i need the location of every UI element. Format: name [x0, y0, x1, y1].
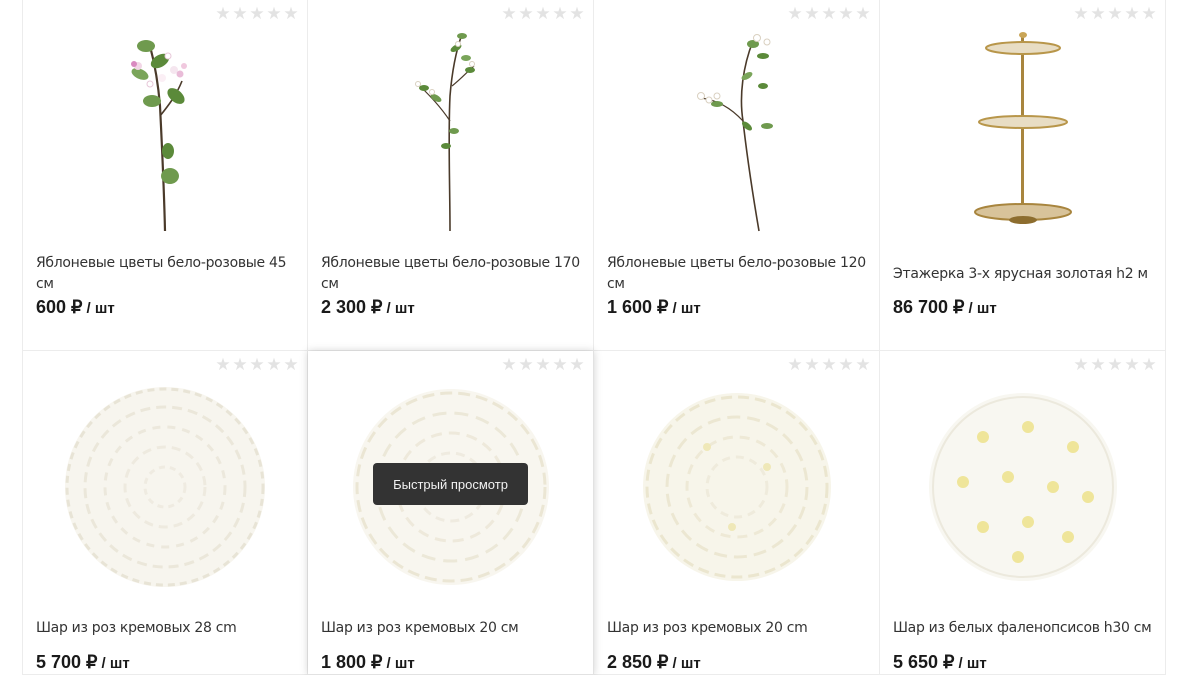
star-icon[interactable]: ★: [821, 356, 837, 373]
rating-stars[interactable]: ★ ★ ★ ★ ★: [1073, 5, 1157, 22]
product-price: 1 600 ₽ / шт: [607, 297, 701, 318]
product-card[interactable]: ★ ★ ★ ★ ★ Этажерка 3-х ярусная золотая h2 м …: [880, 0, 1166, 351]
star-icon[interactable]: ★: [266, 356, 282, 373]
star-icon[interactable]: ★: [552, 5, 568, 22]
rating-stars[interactable]: ★ ★ ★ ★ ★: [787, 356, 871, 373]
price-unit: / шт: [86, 300, 115, 317]
product-image[interactable]: [308, 26, 593, 236]
star-icon[interactable]: ★: [838, 5, 854, 22]
product-card[interactable]: ★ ★ ★ ★ ★ Шар из белых фаленопсисов h30 см: [880, 351, 1166, 675]
star-icon[interactable]: ★: [821, 5, 837, 22]
product-price: 2 300 ₽ / шт: [321, 297, 415, 318]
product-image[interactable]: [594, 379, 879, 594]
star-icon[interactable]: ★: [552, 356, 568, 373]
star-icon[interactable]: ★: [283, 356, 299, 373]
product-price: 5 700 ₽ / шт: [36, 652, 130, 673]
price-unit: / шт: [968, 300, 997, 317]
quick-view-button[interactable]: Быстрый просмотр: [373, 463, 528, 505]
star-icon[interactable]: ★: [535, 5, 551, 22]
product-image[interactable]: [880, 379, 1165, 594]
star-icon[interactable]: ★: [518, 356, 534, 373]
star-icon[interactable]: ★: [1090, 5, 1106, 22]
price-value: 5 700 ₽: [36, 652, 98, 672]
star-icon[interactable]: ★: [1124, 356, 1140, 373]
star-icon[interactable]: ★: [1073, 356, 1089, 373]
rating-stars[interactable]: ★ ★ ★ ★ ★: [501, 5, 585, 22]
star-icon[interactable]: ★: [1141, 5, 1157, 22]
price-unit: / шт: [101, 655, 130, 672]
star-icon[interactable]: ★: [569, 356, 585, 373]
price-value: 5 650 ₽: [893, 652, 955, 672]
product-name[interactable]: Шар из белых фаленопсисов h30 см: [893, 618, 1153, 639]
star-icon[interactable]: ★: [232, 356, 248, 373]
product-name[interactable]: Яблоневые цветы бело-розовые 120 см: [607, 253, 867, 295]
price-value: 86 700 ₽: [893, 297, 965, 317]
star-icon[interactable]: ★: [1124, 5, 1140, 22]
star-icon[interactable]: ★: [501, 5, 517, 22]
star-icon[interactable]: ★: [1107, 356, 1123, 373]
product-image[interactable]: [880, 26, 1165, 236]
star-icon[interactable]: ★: [283, 5, 299, 22]
product-price: 5 650 ₽ / шт: [893, 652, 987, 673]
product-grid: ★ ★ ★ ★ ★ Яблоневые цветы бело-розовые 4…: [22, 0, 1166, 675]
product-price: 86 700 ₽ / шт: [893, 297, 997, 318]
price-value: 2 300 ₽: [321, 297, 383, 317]
price-unit: / шт: [672, 655, 701, 672]
product-price: 600 ₽ / шт: [36, 297, 115, 318]
star-icon[interactable]: ★: [787, 5, 803, 22]
price-value: 600 ₽: [36, 297, 83, 317]
product-image[interactable]: [23, 26, 307, 236]
product-image[interactable]: [594, 26, 879, 236]
star-icon[interactable]: ★: [838, 356, 854, 373]
rating-stars[interactable]: ★ ★ ★ ★ ★: [501, 356, 585, 373]
price-unit: / шт: [386, 300, 415, 317]
star-icon[interactable]: ★: [215, 356, 231, 373]
star-icon[interactable]: ★: [804, 5, 820, 22]
product-card[interactable]: ★ ★ ★ ★ ★ Яблоневые цветы бело-розовые 4…: [22, 0, 308, 351]
star-icon[interactable]: ★: [266, 5, 282, 22]
star-icon[interactable]: ★: [855, 5, 871, 22]
star-icon[interactable]: ★: [1141, 356, 1157, 373]
product-name[interactable]: Этажерка 3-х ярусная золотая h2 м: [893, 264, 1153, 285]
product-name[interactable]: Яблоневые цветы бело-розовые 45 см: [36, 253, 295, 295]
price-unit: / шт: [958, 655, 987, 672]
product-card[interactable]: ★ ★ ★ ★ ★ Быстрый просмотр Шар из роз кремов…: [308, 351, 594, 675]
price-value: 1 600 ₽: [607, 297, 669, 317]
rating-stars[interactable]: ★ ★ ★ ★ ★: [1073, 356, 1157, 373]
price-unit: / шт: [386, 655, 415, 672]
star-icon[interactable]: ★: [518, 5, 534, 22]
product-name[interactable]: Шар из роз кремовых 28 cm: [36, 618, 295, 639]
rating-stars[interactable]: ★ ★ ★ ★ ★: [215, 5, 299, 22]
star-icon[interactable]: ★: [569, 5, 585, 22]
product-price: 2 850 ₽ / шт: [607, 652, 701, 673]
star-icon[interactable]: ★: [249, 356, 265, 373]
star-icon[interactable]: ★: [249, 5, 265, 22]
star-icon[interactable]: ★: [215, 5, 231, 22]
product-name[interactable]: Яблоневые цветы бело-розовые 170 см: [321, 253, 581, 295]
product-card[interactable]: ★ ★ ★ ★ ★ Шар из роз кремовых 20 cm 2 850 ₽ /…: [594, 351, 880, 675]
star-icon[interactable]: ★: [804, 356, 820, 373]
rating-stars[interactable]: ★ ★ ★ ★ ★: [787, 5, 871, 22]
star-icon[interactable]: ★: [855, 356, 871, 373]
star-icon[interactable]: ★: [1090, 356, 1106, 373]
product-card[interactable]: ★ ★ ★ ★ ★ Яблоневые цветы бело-розовые 1…: [308, 0, 594, 351]
star-icon[interactable]: ★: [501, 356, 517, 373]
product-card[interactable]: ★ ★ ★ ★ ★ Яблоневые цветы бело-розовые 120 с…: [594, 0, 880, 351]
product-card[interactable]: ★ ★ ★ ★ ★ Шар из роз кремовых 28 cm 5 700 ₽ /…: [22, 351, 308, 675]
price-value: 2 850 ₽: [607, 652, 669, 672]
star-icon[interactable]: ★: [232, 5, 248, 22]
product-name[interactable]: Шар из роз кремовых 20 cm: [607, 618, 867, 639]
star-icon[interactable]: ★: [1107, 5, 1123, 22]
product-price: 1 800 ₽ / шт: [321, 652, 415, 673]
product-name[interactable]: Шар из роз кремовых 20 см: [321, 618, 581, 639]
star-icon[interactable]: ★: [1073, 5, 1089, 22]
product-image[interactable]: [23, 379, 307, 594]
star-icon[interactable]: ★: [535, 356, 551, 373]
rating-stars[interactable]: ★ ★ ★ ★ ★: [215, 356, 299, 373]
price-unit: / шт: [672, 300, 701, 317]
star-icon[interactable]: ★: [787, 356, 803, 373]
price-value: 1 800 ₽: [321, 652, 383, 672]
